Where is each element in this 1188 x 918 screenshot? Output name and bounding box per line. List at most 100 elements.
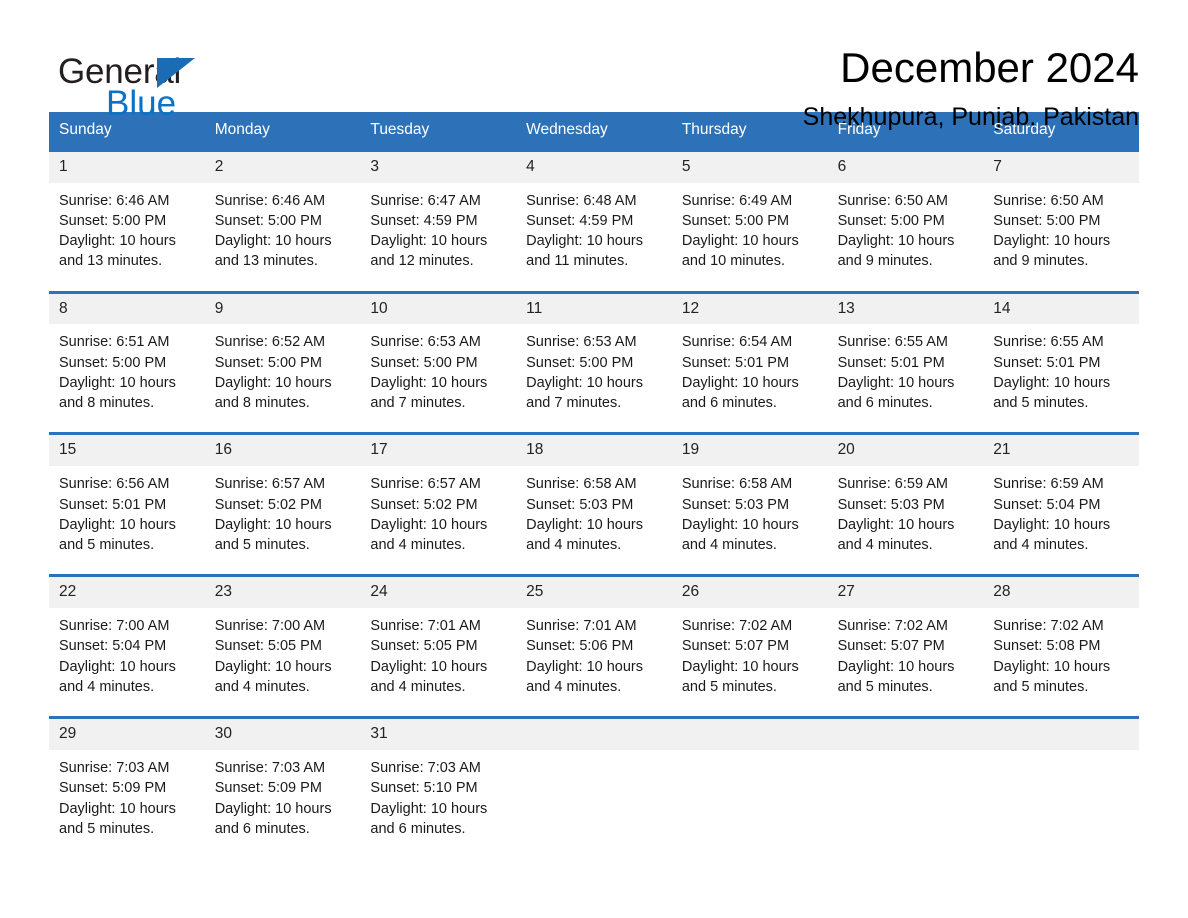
day-cell[interactable]: Sunrise: 6:46 AM Sunset: 5:00 PM Dayligh…	[49, 183, 205, 291]
day-cell[interactable]: Sunrise: 6:48 AM Sunset: 4:59 PM Dayligh…	[516, 183, 672, 291]
day-number[interactable]: 7	[983, 152, 1139, 183]
day-number[interactable]: 24	[360, 577, 516, 608]
sunrise-text: Sunrise: 7:02 AM	[837, 618, 948, 635]
sunrise-text: Sunrise: 6:57 AM	[214, 476, 326, 493]
day-number[interactable]: 10	[360, 294, 516, 325]
weekday-header-wednesday: Wednesday	[526, 121, 608, 138]
day-cell[interactable]: Sunrise: 6:50 AM Sunset: 5:00 PM Dayligh…	[828, 183, 984, 291]
day-number[interactable]: 19	[672, 435, 828, 466]
day-number[interactable]: 4	[516, 152, 672, 183]
day-cell[interactable]: Sunrise: 7:01 AM Sunset: 5:05 PM Dayligh…	[360, 608, 516, 716]
day-number[interactable]: 15	[49, 435, 205, 466]
day-cell[interactable]: Sunrise: 6:55 AM Sunset: 5:01 PM Dayligh…	[983, 324, 1139, 432]
daylight-text-1: Daylight: 10 hours	[214, 232, 332, 249]
day-number[interactable]: 17	[360, 435, 516, 466]
daylight-text-2: and 7 minutes.	[526, 395, 622, 412]
daylight-text-2: and 5 minutes.	[59, 536, 155, 553]
day-cell[interactable]: Sunrise: 6:53 AM Sunset: 5:00 PM Dayligh…	[516, 324, 672, 432]
daylight-text-1: Daylight: 10 hours	[993, 658, 1111, 675]
day-cell[interactable]: Sunrise: 7:03 AM Sunset: 5:09 PM Dayligh…	[49, 750, 205, 858]
daylight-text-1: Daylight: 10 hours	[214, 374, 332, 391]
week-body: Sunrise: 7:00 AM Sunset: 5:04 PM Dayligh…	[49, 608, 1139, 717]
day-cell[interactable]: Sunrise: 7:01 AM Sunset: 5:06 PM Dayligh…	[516, 608, 672, 716]
day-number[interactable]: 11	[516, 294, 672, 325]
day-number[interactable]: 1	[49, 152, 205, 183]
daylight-text-2: and 5 minutes.	[59, 820, 155, 837]
day-cell[interactable]: Sunrise: 6:57 AM Sunset: 5:02 PM Dayligh…	[205, 466, 361, 574]
day-number[interactable]: 8	[49, 294, 205, 325]
day-number[interactable]: 9	[205, 294, 361, 325]
day-cell-empty	[983, 750, 1139, 858]
day-number[interactable]: 2	[205, 152, 361, 183]
day-number[interactable]: 14	[983, 294, 1139, 325]
day-cell[interactable]: Sunrise: 6:55 AM Sunset: 5:01 PM Dayligh…	[828, 324, 984, 432]
generalblue-logo[interactable]: General Blue	[58, 46, 258, 121]
day-number[interactable]: 26	[672, 577, 828, 608]
weekday-header-monday: Monday	[214, 121, 270, 138]
day-cell[interactable]: Sunrise: 6:59 AM Sunset: 5:04 PM Dayligh…	[983, 466, 1139, 574]
day-cell[interactable]: Sunrise: 6:54 AM Sunset: 5:01 PM Dayligh…	[672, 324, 828, 432]
sunset-text: Sunset: 5:00 PM	[370, 354, 478, 371]
day-number[interactable]: 22	[49, 577, 205, 608]
day-cell[interactable]: Sunrise: 6:57 AM Sunset: 5:02 PM Dayligh…	[360, 466, 516, 574]
week-row: 1 2 3 4 5 6 7 Sunrise: 6:46 AM Sunset: 5…	[49, 148, 1139, 291]
sunset-text: Sunset: 5:01 PM	[837, 354, 945, 371]
day-number[interactable]: 28	[983, 577, 1139, 608]
day-cell[interactable]: Sunrise: 6:47 AM Sunset: 4:59 PM Dayligh…	[360, 183, 516, 291]
day-number[interactable]: 23	[205, 577, 361, 608]
day-cell[interactable]: Sunrise: 7:02 AM Sunset: 5:08 PM Dayligh…	[983, 608, 1139, 716]
day-cell[interactable]: Sunrise: 6:46 AM Sunset: 5:00 PM Dayligh…	[205, 183, 361, 291]
sunset-text: Sunset: 5:00 PM	[59, 354, 167, 371]
sunset-text: Sunset: 5:09 PM	[214, 780, 322, 797]
day-number[interactable]: 20	[828, 435, 984, 466]
day-number[interactable]: 16	[205, 435, 361, 466]
day-number[interactable]: 5	[672, 152, 828, 183]
daylight-text-2: and 13 minutes.	[59, 253, 163, 270]
day-cell[interactable]: Sunrise: 6:49 AM Sunset: 5:00 PM Dayligh…	[672, 183, 828, 291]
day-number-empty	[516, 719, 672, 750]
daylight-text-2: and 6 minutes.	[370, 820, 466, 837]
day-cell-empty	[828, 750, 984, 858]
day-cell[interactable]: Sunrise: 6:52 AM Sunset: 5:00 PM Dayligh…	[205, 324, 361, 432]
daylight-text-2: and 4 minutes.	[837, 536, 933, 553]
daylight-text-2: and 4 minutes.	[370, 678, 466, 695]
day-number[interactable]: 6	[828, 152, 984, 183]
day-cell[interactable]: Sunrise: 6:56 AM Sunset: 5:01 PM Dayligh…	[49, 466, 205, 574]
day-cell[interactable]: Sunrise: 7:03 AM Sunset: 5:10 PM Dayligh…	[360, 750, 516, 858]
day-number[interactable]: 18	[516, 435, 672, 466]
sunrise-text: Sunrise: 7:03 AM	[370, 760, 481, 777]
day-number[interactable]: 3	[360, 152, 516, 183]
sunrise-text: Sunrise: 6:48 AM	[526, 192, 637, 209]
sunset-text: Sunset: 5:03 PM	[837, 496, 945, 513]
day-cell[interactable]: Sunrise: 6:59 AM Sunset: 5:03 PM Dayligh…	[828, 466, 984, 574]
sunrise-text: Sunrise: 6:56 AM	[59, 476, 170, 493]
day-number[interactable]: 30	[205, 719, 361, 750]
sunset-text: Sunset: 5:04 PM	[59, 638, 167, 655]
day-cell[interactable]: Sunrise: 7:03 AM Sunset: 5:09 PM Dayligh…	[205, 750, 361, 858]
day-number[interactable]: 31	[360, 719, 516, 750]
daylight-text-2: and 4 minutes.	[526, 536, 622, 553]
sunrise-text: Sunrise: 6:50 AM	[837, 192, 948, 209]
day-cell[interactable]: Sunrise: 6:51 AM Sunset: 5:00 PM Dayligh…	[49, 324, 205, 432]
daylight-text-2: and 8 minutes.	[59, 395, 155, 412]
sunset-text: Sunset: 5:00 PM	[993, 212, 1101, 229]
day-cell[interactable]: Sunrise: 6:58 AM Sunset: 5:03 PM Dayligh…	[516, 466, 672, 574]
day-number[interactable]: 25	[516, 577, 672, 608]
daylight-text-1: Daylight: 10 hours	[526, 658, 644, 675]
day-number[interactable]: 29	[49, 719, 205, 750]
day-number-empty	[828, 719, 984, 750]
day-cell[interactable]: Sunrise: 6:53 AM Sunset: 5:00 PM Dayligh…	[360, 324, 516, 432]
day-cell[interactable]: Sunrise: 7:00 AM Sunset: 5:05 PM Dayligh…	[205, 608, 361, 716]
day-number[interactable]: 13	[828, 294, 984, 325]
day-number[interactable]: 27	[828, 577, 984, 608]
day-cell[interactable]: Sunrise: 7:02 AM Sunset: 5:07 PM Dayligh…	[828, 608, 984, 716]
daylight-text-1: Daylight: 10 hours	[681, 232, 799, 249]
day-cell[interactable]: Sunrise: 6:50 AM Sunset: 5:00 PM Dayligh…	[983, 183, 1139, 291]
sunset-text: Sunset: 5:02 PM	[214, 496, 322, 513]
day-cell[interactable]: Sunrise: 7:02 AM Sunset: 5:07 PM Dayligh…	[672, 608, 828, 716]
day-number[interactable]: 12	[672, 294, 828, 325]
day-cell[interactable]: Sunrise: 7:00 AM Sunset: 5:04 PM Dayligh…	[49, 608, 205, 716]
day-cell[interactable]: Sunrise: 6:58 AM Sunset: 5:03 PM Dayligh…	[672, 466, 828, 574]
daylight-text-1: Daylight: 10 hours	[681, 374, 799, 391]
day-number[interactable]: 21	[983, 435, 1139, 466]
